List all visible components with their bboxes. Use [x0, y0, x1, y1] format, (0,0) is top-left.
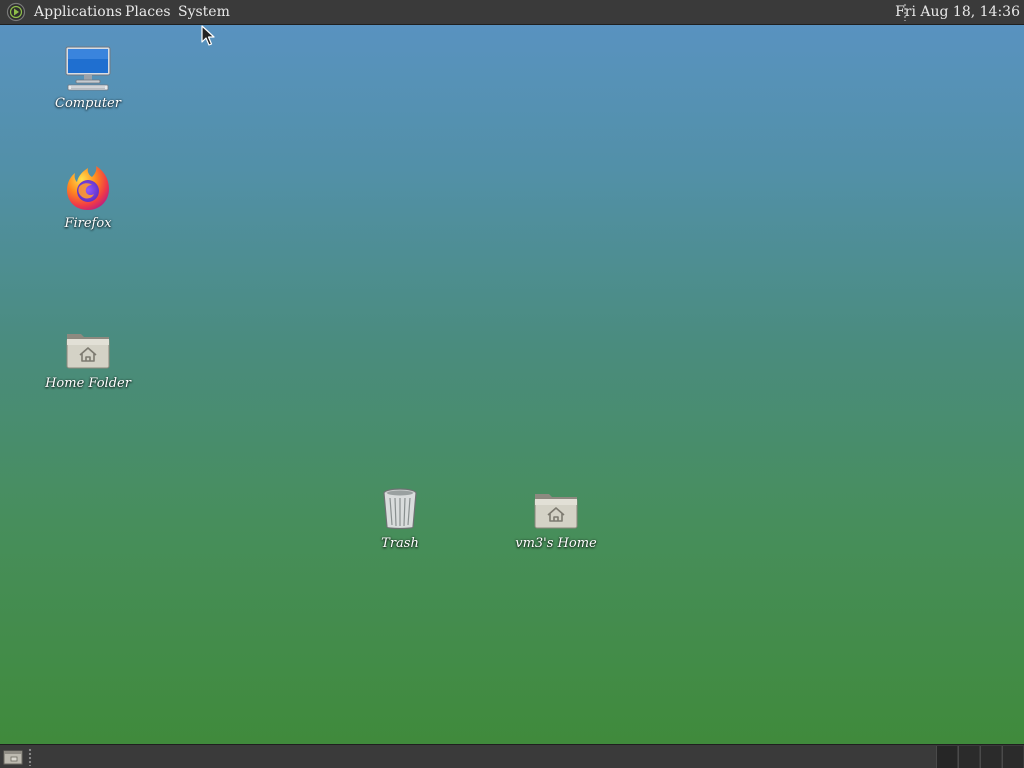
desktop-icon-label: Trash — [381, 536, 419, 551]
desktop-icon-home-folder[interactable]: Home Folder — [33, 324, 143, 396]
workspace-1[interactable] — [936, 746, 957, 768]
desktop-icon-label: Home Folder — [45, 376, 131, 391]
desktop[interactable]: Applications Places System Fri Aug 18, 1… — [0, 0, 1024, 768]
desktop-icon-firefox[interactable]: Firefox — [33, 164, 143, 236]
applications-menu[interactable]: Applications — [34, 3, 122, 21]
panel-drag-handle[interactable] — [28, 748, 32, 766]
mate-logo-icon[interactable] — [6, 2, 26, 22]
firefox-icon — [64, 164, 112, 212]
computer-icon — [64, 44, 112, 92]
desktop-icon-vm3-home[interactable]: vm3's Home — [501, 484, 611, 556]
places-menu[interactable]: Places — [125, 3, 171, 21]
show-desktop-icon[interactable] — [2, 748, 24, 766]
desktop-icon-trash[interactable]: Trash — [345, 484, 455, 556]
desktop-icon-label: Firefox — [64, 216, 112, 231]
workspace-3[interactable] — [980, 746, 1001, 768]
top-panel: Applications Places System Fri Aug 18, 1… — [0, 0, 1024, 25]
clock[interactable]: Fri Aug 18, 14:36 — [895, 3, 1020, 21]
bottom-panel — [0, 744, 1024, 768]
workspace-2[interactable] — [958, 746, 979, 768]
system-menu[interactable]: System — [178, 3, 230, 21]
home-folder-icon — [64, 324, 112, 372]
desktop-icon-label: Computer — [55, 96, 121, 111]
workspace-4[interactable] — [1002, 746, 1023, 768]
mouse-pointer-icon — [201, 25, 215, 47]
trash-icon — [376, 484, 424, 532]
desktop-icon-label: vm3's Home — [515, 536, 597, 551]
home-folder-icon — [532, 484, 580, 532]
desktop-icon-computer[interactable]: Computer — [33, 44, 143, 116]
